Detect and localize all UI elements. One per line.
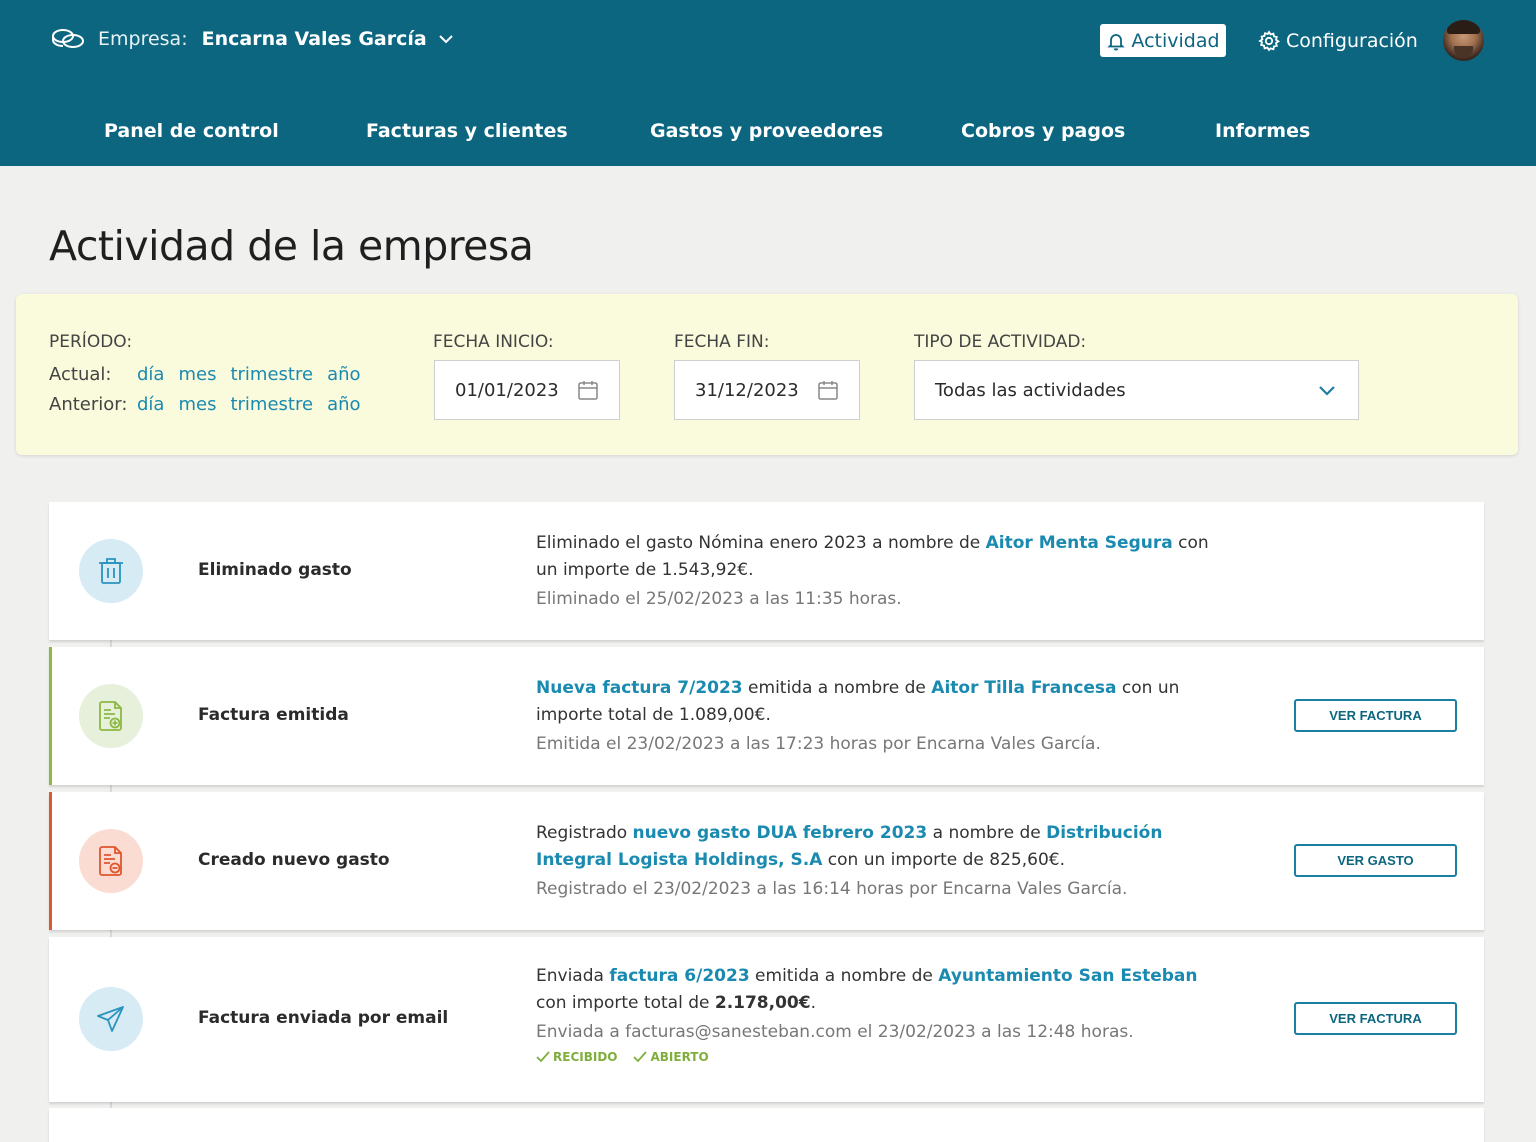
activity-meta: Registrado el 23/02/2023 a las 16:14 hor… [536,879,1128,899]
status-badge-received: RECIBIDO [536,1048,617,1066]
activity-card: Creado nuevo gasto Registrado nuevo gast… [49,792,1484,930]
activity-meta: Emitida el 23/02/2023 a las 17:23 horas … [536,734,1101,754]
period-previous-quarter[interactable]: trimestre [230,394,313,415]
config-button[interactable]: Configuración [1258,24,1418,57]
invoice-link[interactable]: Nueva factura 7/2023 [536,678,743,698]
activity-description: Nueva factura 7/2023 emitida a nombre de… [536,675,1226,758]
start-date-value: 01/01/2023 [455,379,559,401]
period-current-quarter[interactable]: trimestre [230,364,313,385]
company-label: Empresa: [98,28,188,50]
trash-icon [99,558,123,584]
contact-link[interactable]: Aitor Menta Segura [986,533,1173,553]
invoice-link[interactable]: factura 6/2023 [609,966,749,986]
gear-icon [1258,29,1280,51]
activity-meta: Enviada a facturas@sanesteban.com el 23/… [536,1022,1134,1042]
activity-type: Factura emitida [198,705,349,725]
activity-icon-badge [79,829,143,893]
activity-type: Eliminado gasto [198,560,352,580]
period-current-year[interactable]: año [327,364,360,385]
activity-label: Actividad [1131,29,1220,52]
period-previous-label: Anterior: [49,394,128,415]
activity-type-label: TIPO DE ACTIVIDAD: [914,332,1087,352]
activity-type: Factura enviada por email [198,1008,449,1028]
period-current-day[interactable]: día [137,364,164,385]
period-current-label: Actual: [49,364,112,385]
chevron-down-icon[interactable] [437,30,455,48]
activity-button[interactable]: Actividad [1100,24,1226,57]
start-date-label: FECHA INICIO: [433,332,554,352]
expense-link[interactable]: nuevo gasto DUA febrero 2023 [633,823,928,843]
bell-icon [1107,33,1126,50]
nav-item-cobros-pagos[interactable]: Cobros y pagos [961,120,1125,142]
period-previous-year[interactable]: año [327,394,360,415]
start-date-input[interactable]: 01/01/2023 [434,360,620,420]
nav-item-informes[interactable]: Informes [1215,120,1310,142]
nav-item-panel-control[interactable]: Panel de control [104,120,279,142]
nav-item-facturas-clientes[interactable]: Facturas y clientes [366,120,568,142]
period-current-row: Actual: día mes trimestre año [49,364,375,385]
activity-icon-badge [79,987,143,1051]
activity-card: Factura emitida Nueva factura 7/2023 emi… [49,647,1484,785]
end-date-label: FECHA FIN: [674,332,770,352]
user-avatar[interactable] [1443,20,1484,61]
expense-doc-icon [99,846,122,876]
paper-plane-icon [97,1006,124,1032]
calendar-icon[interactable] [577,379,599,401]
calendar-icon[interactable] [817,379,839,401]
filter-panel: PERÍODO: Actual: día mes trimestre año A… [16,294,1518,455]
view-expense-button[interactable]: VER GASTO [1294,844,1457,877]
config-label: Configuración [1286,29,1418,52]
company-selector[interactable]: Empresa: Encarna Vales García [50,24,455,54]
nav-item-gastos-proveedores[interactable]: Gastos y proveedores [650,120,883,142]
period-label: PERÍODO: [49,332,133,352]
activity-type-value: Todas las actividades [935,379,1126,401]
view-invoice-button[interactable]: VER FACTURA [1294,699,1457,732]
company-name[interactable]: Encarna Vales García [202,28,427,50]
activity-icon-badge [79,684,143,748]
period-previous-month[interactable]: mes [178,394,216,415]
activity-description: Registrado nuevo gasto DUA febrero 2023 … [536,820,1226,903]
period-current-month[interactable]: mes [178,364,216,385]
email-status-badges: RECIBIDO ABIERTO [536,1048,1226,1066]
activity-type: Creado nuevo gasto [198,850,390,870]
top-header: Empresa: Encarna Vales García Actividad … [0,0,1536,166]
activity-card [49,1108,1484,1142]
activity-description: Enviada factura 6/2023 emitida a nombre … [536,963,1226,1066]
page-title: Actividad de la empresa [49,222,534,270]
activity-card: Eliminado gasto Eliminado el gasto Nómin… [49,502,1484,640]
period-previous-day[interactable]: día [137,394,164,415]
status-badge-opened: ABIERTO [633,1048,709,1066]
contact-link[interactable]: Aitor Tilla Francesa [931,678,1116,698]
end-date-value: 31/12/2023 [695,379,799,401]
activity-icon-badge [79,539,143,603]
activity-card: Factura enviada por email Enviada factur… [49,937,1484,1102]
invoice-add-icon [99,701,122,731]
activity-meta: Eliminado el 25/02/2023 a las 11:35 hora… [536,589,902,609]
activity-description: Eliminado el gasto Nómina enero 2023 a n… [536,530,1226,613]
view-invoice-button[interactable]: VER FACTURA [1294,1002,1457,1035]
activity-type-select[interactable]: Todas las actividades [914,360,1359,420]
period-previous-row: Anterior: día mes trimestre año [49,394,375,415]
check-icon [536,1051,550,1063]
end-date-input[interactable]: 31/12/2023 [674,360,860,420]
contact-link[interactable]: Ayuntamiento San Esteban [938,966,1197,986]
check-icon [633,1051,648,1063]
chevron-down-icon[interactable] [1316,379,1338,401]
coins-logo-icon [52,29,84,48]
amount: 2.178,00€ [714,993,811,1013]
